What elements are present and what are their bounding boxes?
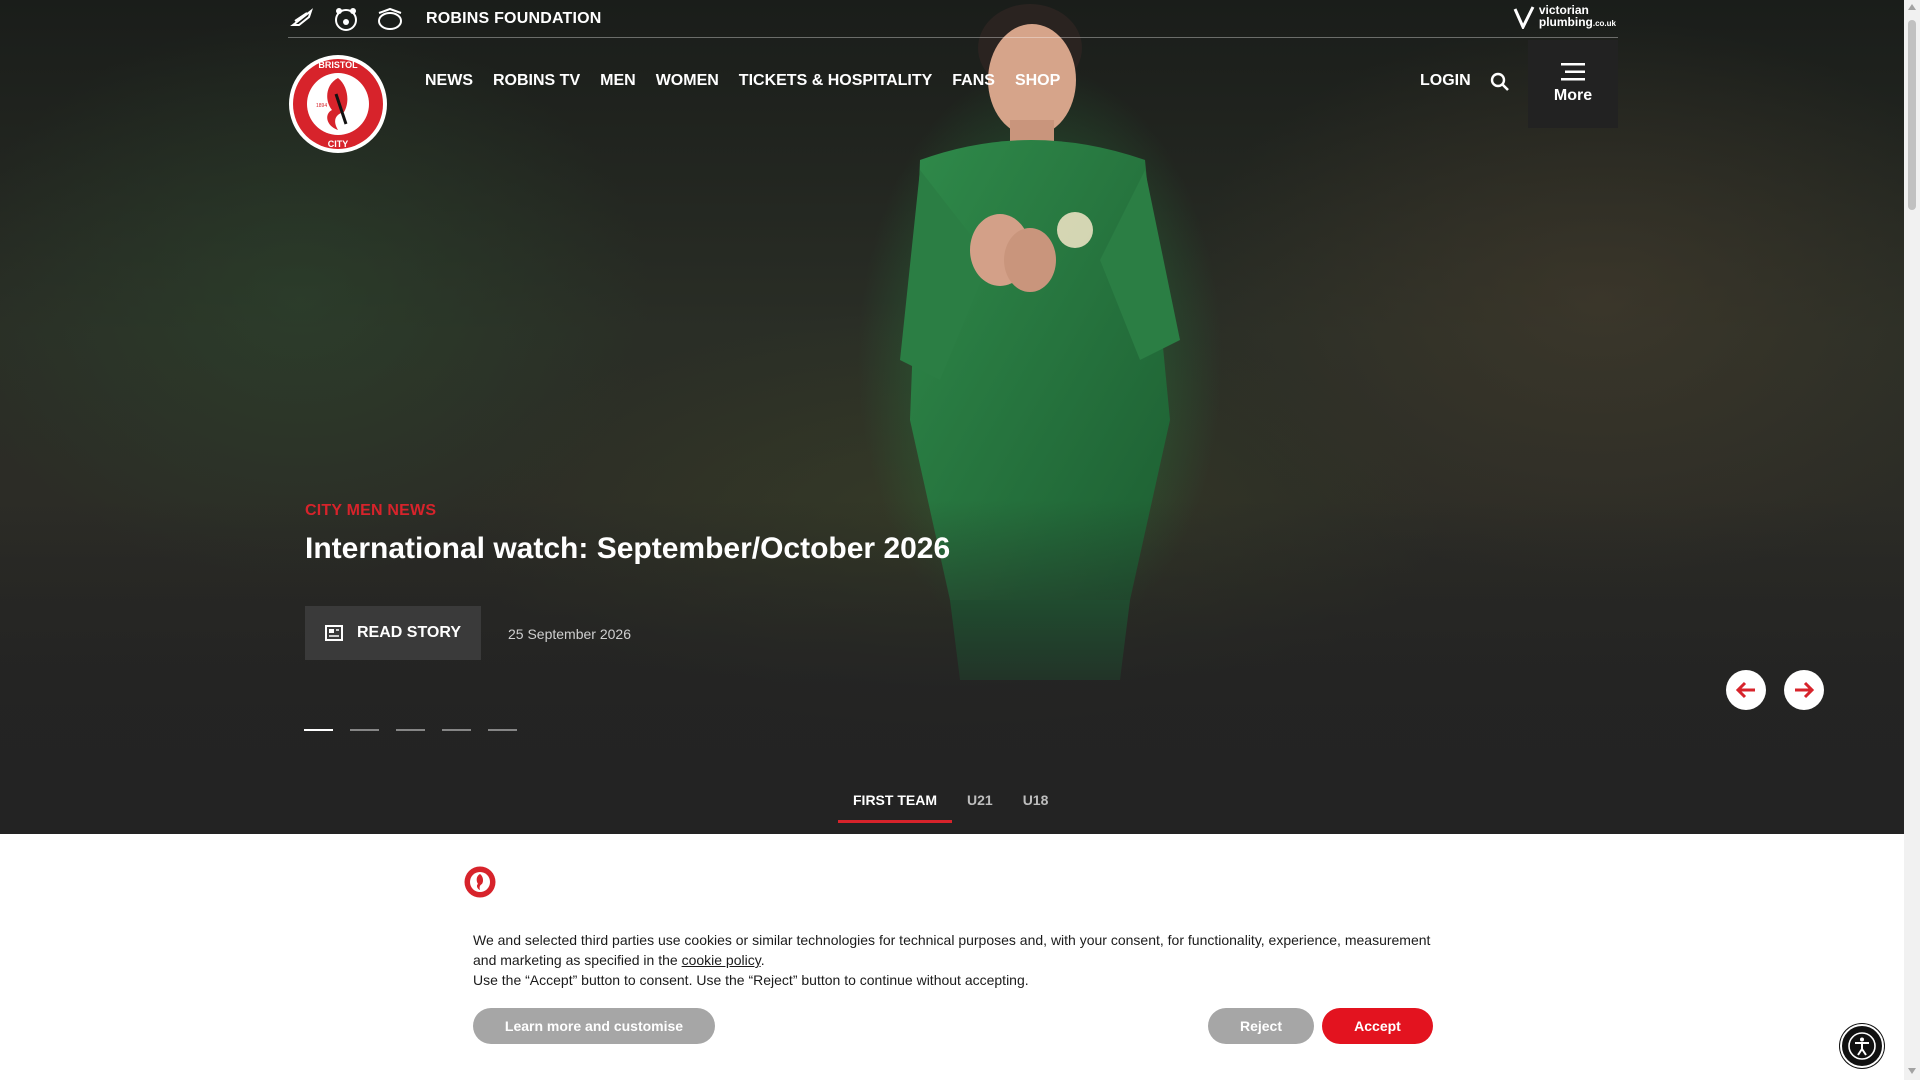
page-scrollbar[interactable]: [1904, 0, 1920, 1080]
arrow-right-icon: [1795, 681, 1815, 699]
crest-year: 1894: [316, 103, 327, 109]
login-link[interactable]: LOGIN: [1420, 72, 1471, 90]
top-utility-bar: ROBINS FOUNDATION victorian plumbing.co.…: [288, 0, 1618, 38]
search-button[interactable]: [1490, 72, 1512, 94]
nav-men[interactable]: MEN: [600, 72, 636, 90]
sponsor-sub: plumbing: [1538, 15, 1593, 29]
sponsor-v-icon: [1513, 6, 1535, 29]
accessibility-button[interactable]: [1840, 1024, 1884, 1068]
tab-u18[interactable]: U18: [1008, 792, 1064, 823]
more-label: More: [1553, 87, 1593, 104]
bears-icon[interactable]: [332, 5, 360, 33]
newspaper-icon: [324, 625, 343, 641]
flyers-icon[interactable]: [376, 5, 404, 33]
search-icon: [1490, 72, 1509, 91]
crest-top-text: BRISTOL: [318, 60, 358, 70]
accessibility-icon: [1848, 1032, 1876, 1060]
reject-button[interactable]: Reject: [1208, 1008, 1314, 1044]
nav-shop[interactable]: SHOP: [1015, 72, 1060, 90]
cookie-banner: We and selected third parties use cookie…: [0, 834, 1904, 1080]
carousel-dot[interactable]: [442, 729, 471, 731]
crest-bottom-text: CITY: [328, 139, 349, 149]
cookie-text-main: We and selected third parties use cookie…: [473, 932, 1431, 968]
hamburger-icon: [1561, 63, 1585, 81]
hero-category[interactable]: CITY MEN NEWS: [305, 502, 436, 520]
carousel-dot[interactable]: [304, 729, 333, 731]
cookie-text-end: .: [760, 952, 765, 968]
nav-robins-tv[interactable]: ROBINS TV: [493, 72, 580, 90]
nav-women[interactable]: WOMEN: [656, 72, 719, 90]
hero-date: 25 September 2026: [508, 626, 631, 642]
scroll-down-arrow[interactable]: [1908, 1068, 1916, 1074]
carousel-dot[interactable]: [350, 729, 379, 731]
sponsor-domain: .co.uk: [1592, 19, 1616, 28]
nav-news[interactable]: NEWS: [425, 72, 473, 90]
read-story-button[interactable]: READ STORY: [305, 606, 481, 660]
main-nav: NEWS ROBINS TV MEN WOMEN TICKETS & HOSPI…: [425, 72, 1080, 90]
read-story-label: READ STORY: [356, 624, 461, 641]
carousel-next-button[interactable]: [1784, 670, 1824, 710]
hero-headline[interactable]: International watch: September/October 2…: [305, 532, 950, 566]
carousel-dot[interactable]: [396, 729, 425, 731]
carousel-pagination: [304, 729, 517, 731]
scroll-up-arrow[interactable]: [1908, 4, 1916, 10]
cookie-text-line2: Use the “Accept” button to consent. Use …: [473, 972, 1029, 988]
cookie-policy-link[interactable]: cookie policy: [682, 952, 761, 968]
accept-button[interactable]: Accept: [1322, 1008, 1433, 1044]
carousel-dot[interactable]: [488, 729, 517, 731]
more-menu-button[interactable]: More: [1528, 40, 1618, 128]
cookie-text: We and selected third parties use cookie…: [473, 930, 1443, 990]
sponsor-logo[interactable]: victorian plumbing.co.uk: [1513, 4, 1616, 30]
club-crest-logo[interactable]: BRISTOL CITY 1894: [288, 54, 388, 154]
carousel-prev-button[interactable]: [1726, 670, 1766, 710]
tab-u21[interactable]: U21: [952, 792, 1008, 823]
scroll-thumb[interactable]: [1908, 20, 1916, 210]
nav-fans[interactable]: FANS: [952, 72, 995, 90]
arrow-left-icon: [1735, 681, 1755, 699]
hero-gradient-overlay: [0, 500, 1904, 834]
nav-tickets-hospitality[interactable]: TICKETS & HOSPITALITY: [739, 72, 932, 90]
learn-more-customise-button[interactable]: Learn more and customise: [473, 1008, 715, 1044]
cookie-banner-crest-logo: [464, 866, 496, 898]
robins-wing-icon[interactable]: [288, 5, 316, 33]
tab-first-team[interactable]: FIRST TEAM: [838, 792, 952, 823]
robins-foundation-link[interactable]: ROBINS FOUNDATION: [426, 10, 602, 28]
team-tabs: FIRST TEAM U21 U18: [838, 792, 1063, 823]
